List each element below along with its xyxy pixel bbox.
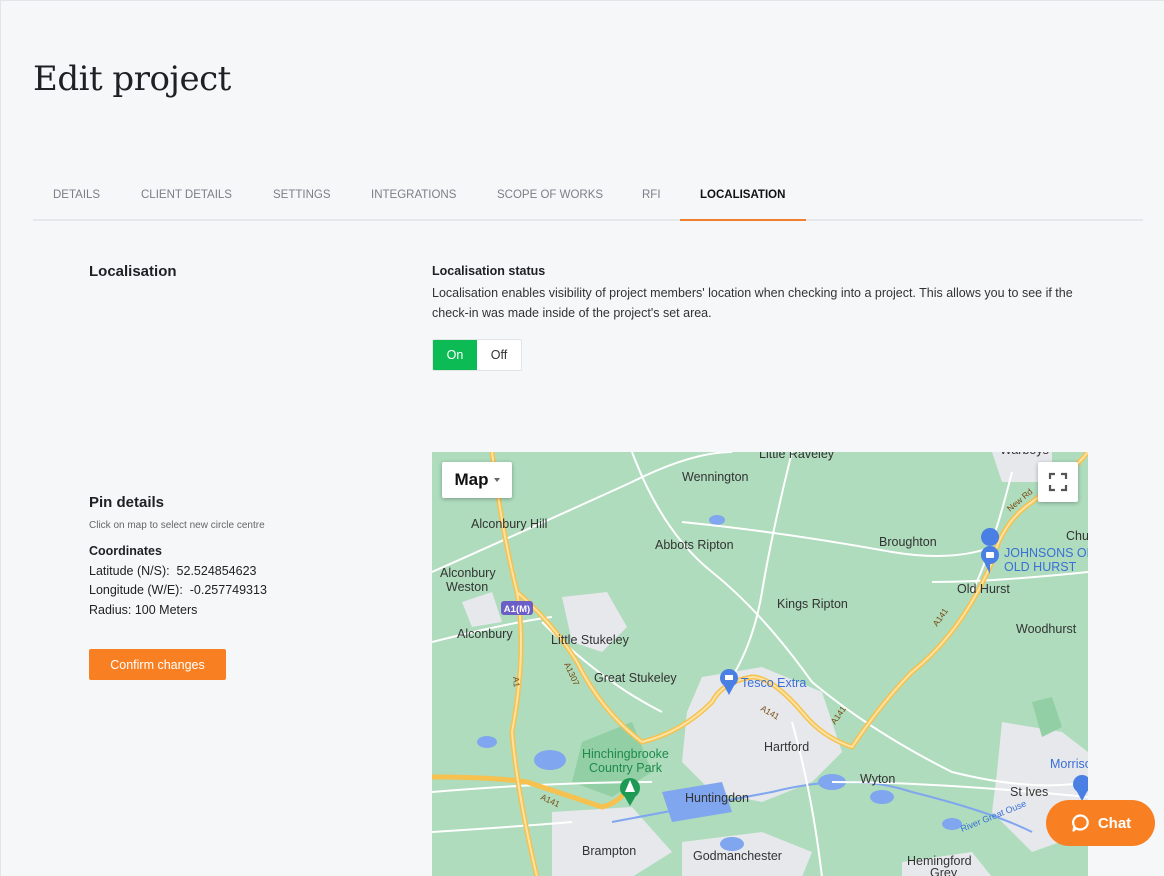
pin-hint: Click on map to select new circle centre xyxy=(89,520,265,531)
place-godmanchester: Godmanchester xyxy=(693,849,782,863)
place-kings-ripton: Kings Ripton xyxy=(777,597,848,611)
radius-text: Radius: 100 Meters xyxy=(89,603,198,617)
tab-scope-of-works[interactable]: SCOPE OF WORKS xyxy=(497,177,603,221)
map-canvas[interactable]: A1(M) A1307 A1 A141 A141 A141 A141 New R… xyxy=(432,452,1088,876)
tab-settings[interactable]: SETTINGS xyxy=(273,177,331,221)
tab-localisation[interactable]: LOCALISATION xyxy=(700,177,785,221)
place-abbots-ripton: Abbots Ripton xyxy=(655,538,734,552)
longitude-value: -0.257749313 xyxy=(189,583,267,597)
map[interactable]: A1(M) A1307 A1 A141 A141 A141 A141 New R… xyxy=(432,452,1088,876)
poi-morrisons: Morrisons xyxy=(1050,757,1088,771)
place-huntingdon: Huntingdon xyxy=(685,791,749,805)
place-hinchingbrooke-1: Hinchingbrooke xyxy=(582,747,669,761)
place-hemingford-2: Grey xyxy=(930,866,958,876)
place-hinchingbrooke-2: Country Park xyxy=(589,761,663,775)
tab-integrations[interactable]: INTEGRATIONS xyxy=(371,177,456,221)
place-old-hurst: Old Hurst xyxy=(957,582,1010,596)
fullscreen-button[interactable] xyxy=(1038,462,1078,502)
localisation-status-description: Localisation enables visibility of proje… xyxy=(432,286,1073,320)
place-warboys: Warboys xyxy=(1000,452,1049,457)
toggle-off-option[interactable]: Off xyxy=(477,340,521,370)
place-alconbury-weston-2: Weston xyxy=(446,580,488,594)
map-type-label: Map xyxy=(454,470,489,489)
tab-bar: DETAILS CLIENT DETAILS SETTINGS INTEGRAT… xyxy=(33,177,1143,221)
poi-tesco-extra: Tesco Extra xyxy=(741,676,806,690)
road-label-a141-ne: A141 xyxy=(930,606,950,628)
tab-details[interactable]: DETAILS xyxy=(53,177,100,221)
pin-details-title: Pin details xyxy=(89,494,165,511)
localisation-toggle: On Off xyxy=(432,339,522,371)
latitude-label: Latitude (N/S): xyxy=(89,564,170,578)
road-label-a1m: A1(M) xyxy=(504,604,530,615)
chat-button[interactable]: Chat xyxy=(1046,800,1155,846)
coordinates-title: Coordinates xyxy=(89,544,162,558)
fullscreen-icon xyxy=(1048,472,1068,492)
page-title: Edit project xyxy=(33,59,231,99)
localisation-status-title: Localisation status xyxy=(432,264,546,278)
road-label-a1: A1 xyxy=(511,676,522,688)
place-wennington: Wennington xyxy=(682,470,749,484)
active-tab-indicator xyxy=(680,219,806,221)
poi-johnsons-2: OLD HURST xyxy=(1004,560,1077,574)
localisation-section-title: Localisation xyxy=(89,263,177,280)
place-alconbury-hill: Alconbury Hill xyxy=(471,517,547,531)
chat-bubble-icon xyxy=(1071,814,1089,832)
place-broughton: Broughton xyxy=(879,535,937,549)
place-brampton: Brampton xyxy=(582,844,636,858)
place-little-raveley: Little Raveley xyxy=(759,452,835,461)
latitude-value: 52.524854623 xyxy=(176,564,257,578)
latitude-row: Latitude (N/S): 52.524854623 xyxy=(89,564,257,578)
place-chu: Chu xyxy=(1066,529,1088,543)
place-hartford: Hartford xyxy=(764,740,809,754)
confirm-changes-button[interactable]: Confirm changes xyxy=(89,649,226,680)
place-great-stukeley: Great Stukeley xyxy=(594,671,677,685)
tab-rfi[interactable]: RFI xyxy=(642,177,661,221)
park-pin-icon[interactable] xyxy=(620,778,640,806)
place-wyton: Wyton xyxy=(860,772,895,786)
longitude-label: Longitude (W/E): xyxy=(89,583,183,597)
place-alconbury-weston-1: Alconbury xyxy=(440,566,496,580)
place-alconbury: Alconbury xyxy=(457,627,513,641)
chevron-down-icon xyxy=(493,478,500,482)
poi-johnsons-1: JOHNSONS OF xyxy=(1004,546,1088,560)
place-woodhurst: Woodhurst xyxy=(1016,622,1077,636)
tab-client-details[interactable]: CLIENT DETAILS xyxy=(141,177,232,221)
place-little-stukeley: Little Stukeley xyxy=(551,633,630,647)
map-type-button[interactable]: Map xyxy=(442,462,512,498)
toggle-on-option[interactable]: On xyxy=(433,340,477,370)
chat-label: Chat xyxy=(1097,814,1132,832)
longitude-row: Longitude (W/E): -0.257749313 xyxy=(89,583,267,597)
place-st-ives: St Ives xyxy=(1010,785,1048,799)
